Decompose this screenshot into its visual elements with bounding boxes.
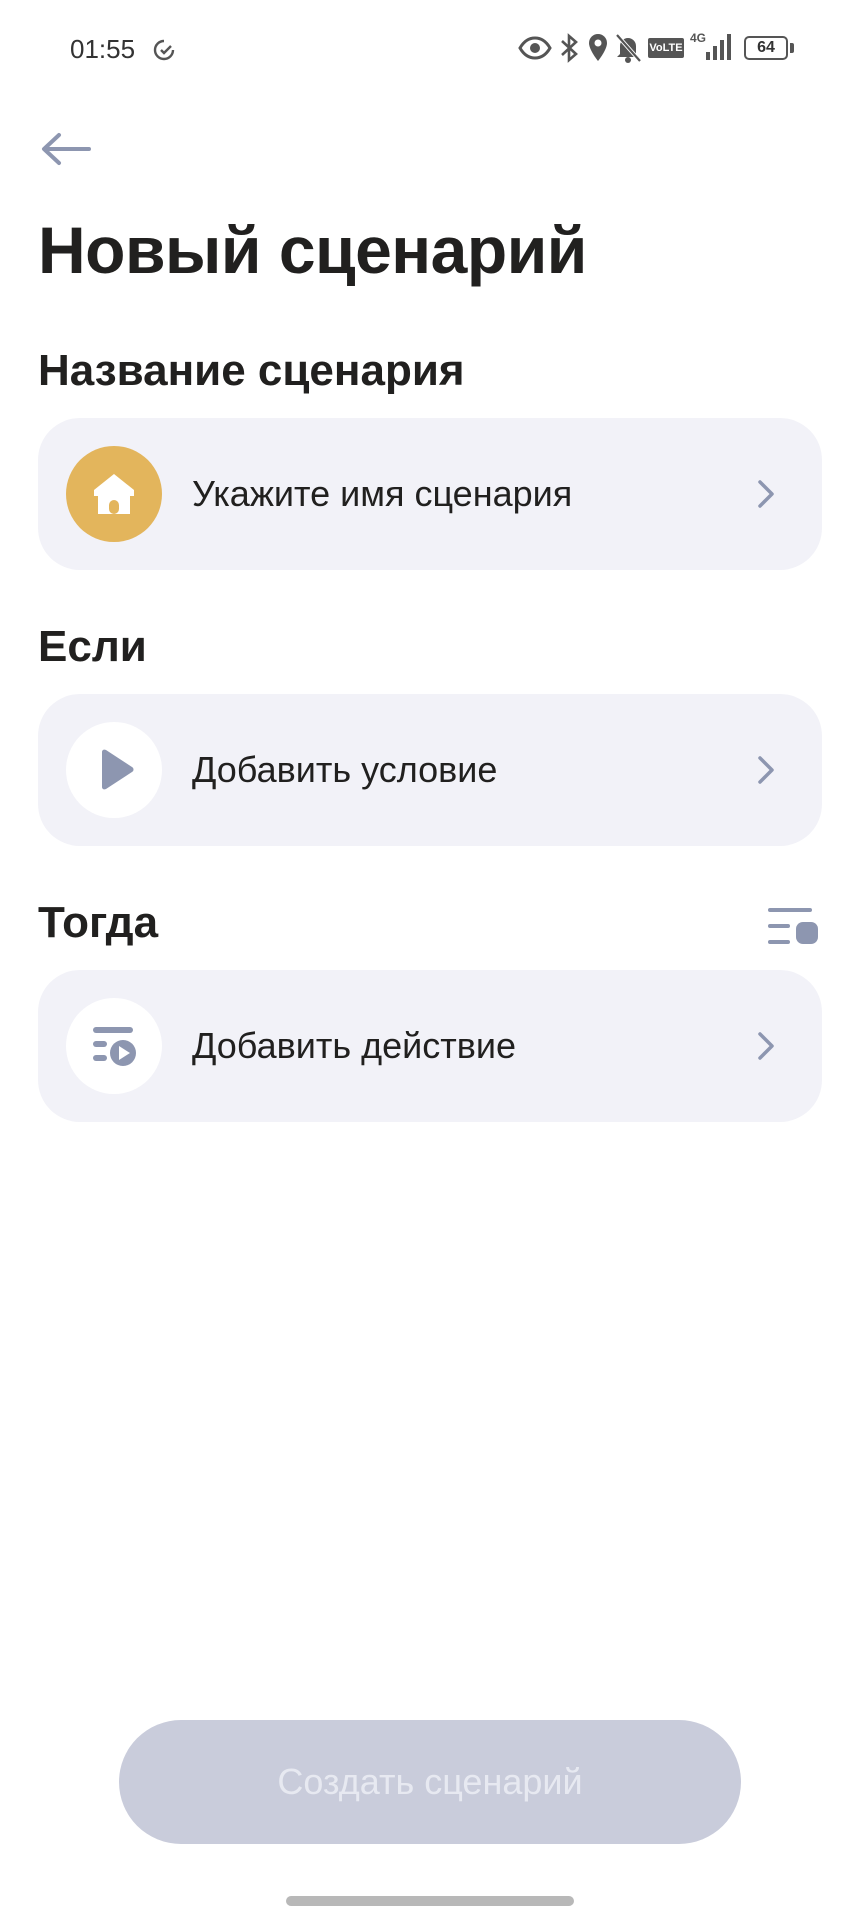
status-time: 01:55 [70,34,136,64]
page-title: Новый сценарий [38,213,587,287]
scenario-name-card[interactable]: Укажите имя сценария [38,418,822,570]
chevron-right-icon [758,480,774,508]
volte-badge: VoLTE [648,38,684,58]
data-saver-icon [152,38,176,67]
chevron-right-icon [758,756,774,784]
create-scenario-button[interactable]: Создать сценарий [119,1720,741,1844]
list-view-icon [768,908,818,944]
back-button[interactable] [36,124,96,174]
add-action-label: Добавить действие [192,1025,516,1066]
location-icon [586,32,610,69]
add-condition-card[interactable]: Добавить условие [38,694,822,846]
action-list-toggle[interactable] [766,904,820,948]
battery-nub [790,43,794,53]
add-action-card[interactable]: Добавить действие [38,970,822,1122]
battery-icon: 64 [744,36,788,60]
section-title-then: Тогда [38,898,159,947]
status-bar: 01:55 VoLTE 4G 64 [0,0,860,100]
play-icon [66,722,162,818]
eye-icon [518,34,552,67]
section-title-name: Название сценария [38,346,465,395]
section-title-if: Если [38,622,147,671]
arrow-left-icon [42,133,91,165]
signal-icon [704,32,734,67]
bell-off-icon [614,32,642,69]
home-icon [66,446,162,542]
bluetooth-icon [558,32,580,69]
home-indicator[interactable] [286,1896,574,1906]
scenario-name-label: Укажите имя сценария [192,473,573,514]
add-condition-label: Добавить условие [192,749,498,790]
action-list-icon [66,998,162,1094]
chevron-right-icon [758,1032,774,1060]
